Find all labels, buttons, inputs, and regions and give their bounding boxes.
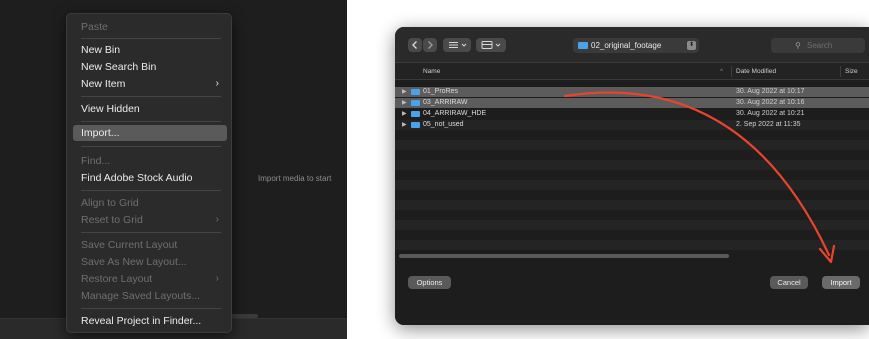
menu-item-manage-saved-layouts[interactable]: Manage Saved Layouts...: [73, 288, 227, 304]
import-button[interactable]: Import: [822, 276, 860, 289]
file-date-modified: 30. Aug 2022 at 10:17: [736, 88, 805, 95]
column-header-name[interactable]: Name: [423, 63, 440, 80]
menu-item-view-hidden[interactable]: View Hidden: [73, 101, 227, 117]
empty-project-hint: Import media to start: [258, 174, 332, 183]
file-name: 01_ProRes: [423, 88, 459, 95]
search-icon: ⚲: [795, 41, 801, 50]
column-header-row: Name ^ Date Modified Size: [395, 63, 869, 80]
menu-separator: [81, 308, 221, 309]
dialog-toolbar: 02_original_footage ⬍ ⚲ Search: [395, 27, 869, 63]
view-mode-button[interactable]: [443, 38, 471, 52]
folder-icon: [578, 42, 588, 49]
list-view-icon: [449, 42, 467, 48]
menu-item-label: Save Current Layout: [81, 239, 178, 251]
menu-item-import[interactable]: Import...: [73, 125, 227, 141]
menu-item-new-search-bin[interactable]: New Search Bin: [73, 59, 227, 75]
menu-item-paste[interactable]: Paste: [73, 19, 227, 35]
menu-item-label: Save As New Layout...: [81, 256, 187, 268]
options-button[interactable]: Options: [408, 276, 451, 289]
menu-item-restore-layout[interactable]: Restore Layout ›: [73, 271, 227, 287]
file-name: 04_ARRIRAW_HDE: [423, 110, 487, 117]
menu-item-label: Reveal Project in Finder...: [81, 315, 202, 327]
menu-item-new-item[interactable]: New Item ›: [73, 76, 227, 92]
menu-item-new-bin[interactable]: New Bin: [73, 42, 227, 58]
file-date-modified: 30. Aug 2022 at 10:21: [736, 110, 805, 117]
search-input[interactable]: ⚲ Search: [771, 38, 865, 53]
chevron-right-icon: ›: [215, 273, 219, 284]
back-icon: [412, 41, 417, 49]
menu-item-label: Import...: [81, 127, 120, 139]
menu-separator: [81, 38, 221, 39]
menu-separator: [81, 146, 221, 147]
menu-item-label: New Bin: [81, 44, 121, 56]
column-divider[interactable]: [840, 66, 841, 77]
file-name: 03_ARRIRAW: [423, 99, 468, 106]
column-header-size[interactable]: Size: [845, 63, 858, 80]
file-date-modified: 30. Aug 2022 at 10:16: [736, 99, 805, 106]
chevron-right-icon: ›: [215, 214, 219, 225]
empty-row: [395, 160, 869, 170]
menu-separator: [81, 190, 221, 191]
back-button[interactable]: [408, 38, 422, 52]
import-dialog-area: 02_original_footage ⬍ ⚲ Search Name ^ Da…: [347, 0, 869, 339]
menu-item-label: New Search Bin: [81, 61, 157, 73]
import-dialog: 02_original_footage ⬍ ⚲ Search Name ^ Da…: [395, 27, 869, 325]
forward-button[interactable]: [423, 38, 437, 52]
context-menu: Paste New Bin New Search Bin New Item › V…: [66, 13, 232, 333]
column-divider[interactable]: [731, 66, 732, 77]
group-icon: [481, 41, 501, 49]
menu-item-label: Manage Saved Layouts...: [81, 290, 201, 302]
popup-arrows-icon: ⬍: [687, 41, 696, 50]
dialog-footer: Options Cancel Import: [395, 265, 869, 325]
forward-icon: [428, 41, 433, 49]
menu-item-label: Align to Grid: [81, 197, 139, 209]
menu-item-label: View Hidden: [81, 103, 140, 115]
current-folder-name: 02_original_footage: [591, 41, 662, 50]
chevron-right-icon: ›: [215, 78, 219, 89]
file-date-modified: 2. Sep 2022 at 11:35: [736, 121, 801, 128]
menu-item-reset-to-grid[interactable]: Reset to Grid ›: [73, 212, 227, 228]
empty-row: [395, 220, 869, 230]
group-by-button[interactable]: [476, 38, 506, 52]
folder-location-popup[interactable]: 02_original_footage ⬍: [573, 38, 699, 53]
menu-item-find-adobe-stock-audio[interactable]: Find Adobe Stock Audio: [73, 170, 227, 186]
menu-item-label: Reset to Grid: [81, 214, 143, 226]
file-row[interactable]: ▶ 03_ARRIRAW 30. Aug 2022 at 10:16: [395, 98, 869, 108]
disclosure-triangle-icon[interactable]: ▶: [402, 87, 407, 97]
menu-item-save-as-new-layout[interactable]: Save As New Layout...: [73, 254, 227, 270]
menu-item-label: Restore Layout: [81, 273, 153, 285]
disclosure-triangle-icon[interactable]: ▶: [402, 120, 407, 130]
empty-row: [395, 200, 869, 210]
menu-item-label: Paste: [81, 21, 108, 33]
empty-row: [395, 180, 869, 190]
menu-item-label: Find...: [81, 155, 111, 167]
menu-item-reveal-project-in-finder[interactable]: Reveal Project in Finder...: [73, 313, 227, 329]
folder-icon: [411, 122, 420, 128]
disclosure-triangle-icon[interactable]: ▶: [402, 109, 407, 119]
disclosure-triangle-icon[interactable]: ▶: [402, 98, 407, 108]
sort-indicator-icon: ^: [720, 68, 724, 75]
column-header-date-modified[interactable]: Date Modified: [736, 63, 776, 80]
menu-item-align-to-grid[interactable]: Align to Grid: [73, 195, 227, 211]
menu-item-label: Find Adobe Stock Audio: [81, 172, 193, 184]
file-row[interactable]: ▶ 04_ARRIRAW_HDE 30. Aug 2022 at 10:21: [395, 109, 869, 119]
folder-icon: [411, 100, 420, 106]
menu-item-find[interactable]: Find...: [73, 153, 227, 169]
menu-separator: [81, 96, 221, 97]
folder-icon: [411, 111, 420, 117]
horizontal-scrollbar[interactable]: [399, 254, 729, 258]
file-row[interactable]: ▶ 01_ProRes 30. Aug 2022 at 10:17: [395, 87, 869, 97]
search-placeholder: Search: [807, 41, 833, 50]
empty-row: [395, 140, 869, 150]
menu-item-label: New Item: [81, 78, 126, 90]
menu-separator: [81, 232, 221, 233]
folder-icon: [411, 89, 420, 95]
cancel-button[interactable]: Cancel: [770, 276, 808, 289]
menu-separator: [81, 121, 221, 122]
file-name: 05_not_used: [423, 121, 464, 128]
empty-row: [395, 240, 869, 250]
menu-item-save-current-layout[interactable]: Save Current Layout: [73, 237, 227, 253]
project-panel: Import media to start Paste New Bin New …: [0, 0, 347, 339]
file-row[interactable]: ▶ 05_not_used 2. Sep 2022 at 11:35: [395, 120, 869, 130]
